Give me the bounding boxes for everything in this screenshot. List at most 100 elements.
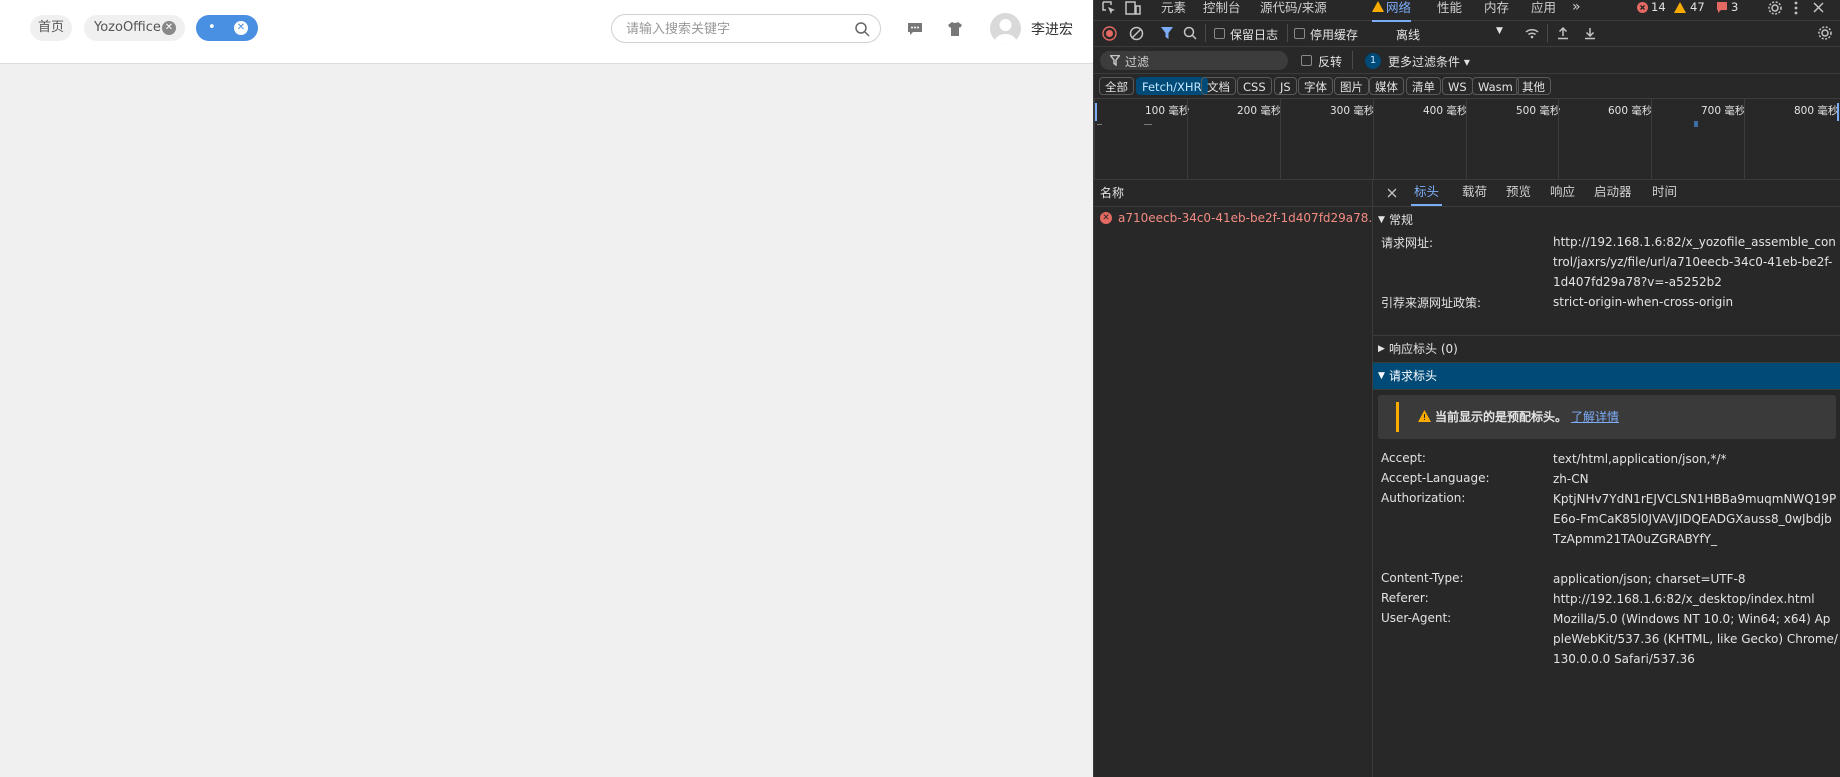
issues-count[interactable]: 3 bbox=[1731, 0, 1738, 20]
network-settings-gear-icon[interactable] bbox=[1818, 26, 1832, 40]
section-request-headers-header[interactable]: ▼ 请求标头 bbox=[1373, 363, 1840, 390]
type-filter-other[interactable]: 其他 bbox=[1516, 77, 1551, 95]
request-headers-section: 当前显示的是预配标头。 了解详情 Accept: text/html,appli… bbox=[1373, 390, 1840, 690]
import-har-icon[interactable] bbox=[1557, 26, 1569, 40]
funnel-icon bbox=[1110, 55, 1120, 66]
filter-input-box[interactable]: 过滤 bbox=[1100, 51, 1288, 70]
invert-label[interactable]: 反转 bbox=[1318, 53, 1342, 70]
chat-icon[interactable] bbox=[906, 20, 924, 38]
user-name[interactable]: 李进宏 bbox=[1031, 19, 1073, 39]
close-icon[interactable] bbox=[1387, 188, 1397, 198]
timeline-tick: 500 毫秒 bbox=[1516, 105, 1561, 117]
search-icon[interactable] bbox=[1183, 26, 1197, 40]
request-row[interactable]: ✕ a710eecb-34c0-41eb-be2f-1d407fd29a78..… bbox=[1094, 207, 1372, 229]
divider bbox=[1547, 24, 1548, 42]
type-filter-wasm[interactable]: Wasm bbox=[1472, 77, 1519, 95]
header-key: 请求网址: bbox=[1381, 236, 1434, 250]
kebab-menu-icon[interactable] bbox=[1794, 1, 1798, 15]
type-filter-css[interactable]: CSS bbox=[1237, 77, 1272, 95]
tab-home[interactable]: 首页 bbox=[30, 15, 72, 41]
header-key: Content-Type: bbox=[1381, 571, 1464, 585]
tab-sources[interactable]: 源代码/来源 bbox=[1260, 0, 1327, 20]
tab-timing[interactable]: 时间 bbox=[1652, 180, 1677, 204]
inspect-element-icon[interactable] bbox=[1102, 1, 1116, 15]
timeline-tick: 600 毫秒 bbox=[1608, 105, 1653, 117]
divider bbox=[1287, 24, 1288, 42]
network-conditions-icon[interactable] bbox=[1524, 26, 1540, 40]
error-count[interactable]: 14 bbox=[1651, 0, 1666, 20]
detail-tabs: 标头 载荷 预览 响应 启动器 时间 bbox=[1373, 180, 1840, 207]
network-overview-timeline[interactable]: 100 毫秒 200 毫秒 300 毫秒 400 毫秒 500 毫秒 600 毫… bbox=[1094, 99, 1840, 180]
timeline-tick: 400 毫秒 bbox=[1423, 105, 1468, 117]
issues-icon bbox=[1717, 2, 1727, 13]
tab-yozooffice[interactable]: YozoOffice ✕ bbox=[84, 15, 185, 41]
close-devtools-icon[interactable] bbox=[1813, 2, 1824, 13]
tab-application[interactable]: 应用 bbox=[1531, 0, 1556, 20]
active-filter-count-badge: 1 bbox=[1365, 53, 1381, 69]
tab-headers[interactable]: 标头 bbox=[1411, 180, 1443, 206]
tab-payload[interactable]: 载荷 bbox=[1462, 180, 1487, 204]
filter-input[interactable]: 过滤 bbox=[1125, 53, 1149, 70]
learn-more-link[interactable]: 了解详情 bbox=[1571, 408, 1619, 425]
type-filter-media[interactable]: 媒体 bbox=[1369, 77, 1404, 95]
tab-console[interactable]: 控制台 bbox=[1203, 0, 1241, 20]
divider bbox=[1205, 24, 1206, 42]
provisional-headers-warning: 当前显示的是预配标头。 了解详情 bbox=[1378, 395, 1836, 439]
throttling-select[interactable]: 离线 bbox=[1396, 26, 1420, 43]
section-general-header[interactable]: ▼ 常规 bbox=[1373, 207, 1840, 233]
disable-cache-checkbox[interactable] bbox=[1294, 28, 1305, 39]
close-tab-icon[interactable]: ✕ bbox=[162, 21, 176, 35]
type-filter-img[interactable]: 图片 bbox=[1334, 77, 1369, 95]
type-filter-ws[interactable]: WS bbox=[1442, 77, 1473, 95]
error-icon bbox=[1637, 2, 1648, 13]
type-filter-manifest[interactable]: 清单 bbox=[1406, 77, 1441, 95]
type-filter-js[interactable]: JS bbox=[1274, 77, 1297, 95]
tab-initiator[interactable]: 启动器 bbox=[1594, 180, 1632, 204]
type-filter-font[interactable]: 字体 bbox=[1298, 77, 1333, 95]
tab-response[interactable]: 响应 bbox=[1550, 180, 1575, 204]
skin-icon[interactable] bbox=[946, 20, 964, 38]
collapsed-triangle-icon: ▶ bbox=[1378, 344, 1385, 354]
more-filters-dropdown[interactable]: 更多过滤条件 ▾ bbox=[1388, 53, 1470, 70]
type-filter-fetch-xhr[interactable]: Fetch/XHR bbox=[1136, 77, 1208, 95]
type-filter-all[interactable]: 全部 bbox=[1099, 77, 1134, 95]
export-har-icon[interactable] bbox=[1584, 26, 1596, 40]
preserve-log-label[interactable]: 保留日志 bbox=[1230, 26, 1278, 43]
tab-network[interactable]: 网络 bbox=[1372, 0, 1412, 22]
tab-preview[interactable]: 预览 bbox=[1506, 180, 1531, 204]
warning-icon bbox=[1418, 410, 1431, 422]
timeline-tick: 800 毫秒 bbox=[1794, 105, 1839, 117]
tab-active[interactable]: • ✕ bbox=[196, 15, 258, 41]
header-value: KptjNHv7YdN1rEJVCLSN1HBBa9muqmNWQ19PE6o-… bbox=[1553, 492, 1837, 546]
type-filter-doc[interactable]: 文档 bbox=[1201, 77, 1236, 95]
warning-count[interactable]: 47 bbox=[1690, 0, 1705, 20]
disable-cache-label[interactable]: 停用缓存 bbox=[1310, 26, 1358, 43]
search-icon[interactable] bbox=[854, 21, 870, 37]
timeline-tick: 100 毫秒 bbox=[1145, 105, 1190, 117]
tab-elements[interactable]: 元素 bbox=[1161, 0, 1186, 20]
invert-checkbox[interactable] bbox=[1301, 55, 1312, 66]
more-tabs-button[interactable]: » bbox=[1572, 0, 1581, 20]
device-toolbar-icon[interactable] bbox=[1125, 1, 1141, 15]
record-stop-icon[interactable] bbox=[1102, 26, 1117, 41]
app-panel: 首页 YozoOffice ✕ • ✕ 请输入搜索关键字 李进宏 bbox=[0, 0, 1093, 777]
preserve-log-checkbox[interactable] bbox=[1214, 28, 1225, 39]
avatar[interactable] bbox=[990, 13, 1021, 44]
request-name: a710eecb-34c0-41eb-be2f-1d407fd29a78... bbox=[1118, 211, 1372, 225]
tab-memory[interactable]: 内存 bbox=[1484, 0, 1509, 20]
header-key: Accept: bbox=[1381, 451, 1426, 465]
resource-type-filters: 全部 Fetch/XHR 文档 CSS JS 字体 图片 媒体 清单 WS Wa… bbox=[1094, 74, 1840, 99]
expand-triangle-icon: ▼ bbox=[1378, 371, 1385, 381]
clear-icon[interactable] bbox=[1129, 26, 1144, 41]
header-key: Authorization: bbox=[1381, 491, 1466, 505]
gear-icon[interactable] bbox=[1768, 1, 1782, 15]
filter-icon[interactable] bbox=[1160, 26, 1174, 41]
tab-performance[interactable]: 性能 bbox=[1437, 0, 1462, 20]
warning-icon bbox=[1674, 2, 1686, 13]
chevron-down-icon[interactable]: ▼ bbox=[1496, 26, 1503, 36]
header-key: Referer: bbox=[1381, 591, 1429, 605]
close-tab-icon[interactable]: ✕ bbox=[234, 21, 248, 35]
section-response-headers-header[interactable]: ▶ 响应标头 (0) bbox=[1373, 336, 1840, 363]
column-header-name[interactable]: 名称 bbox=[1094, 180, 1372, 207]
search-input[interactable] bbox=[624, 19, 848, 40]
